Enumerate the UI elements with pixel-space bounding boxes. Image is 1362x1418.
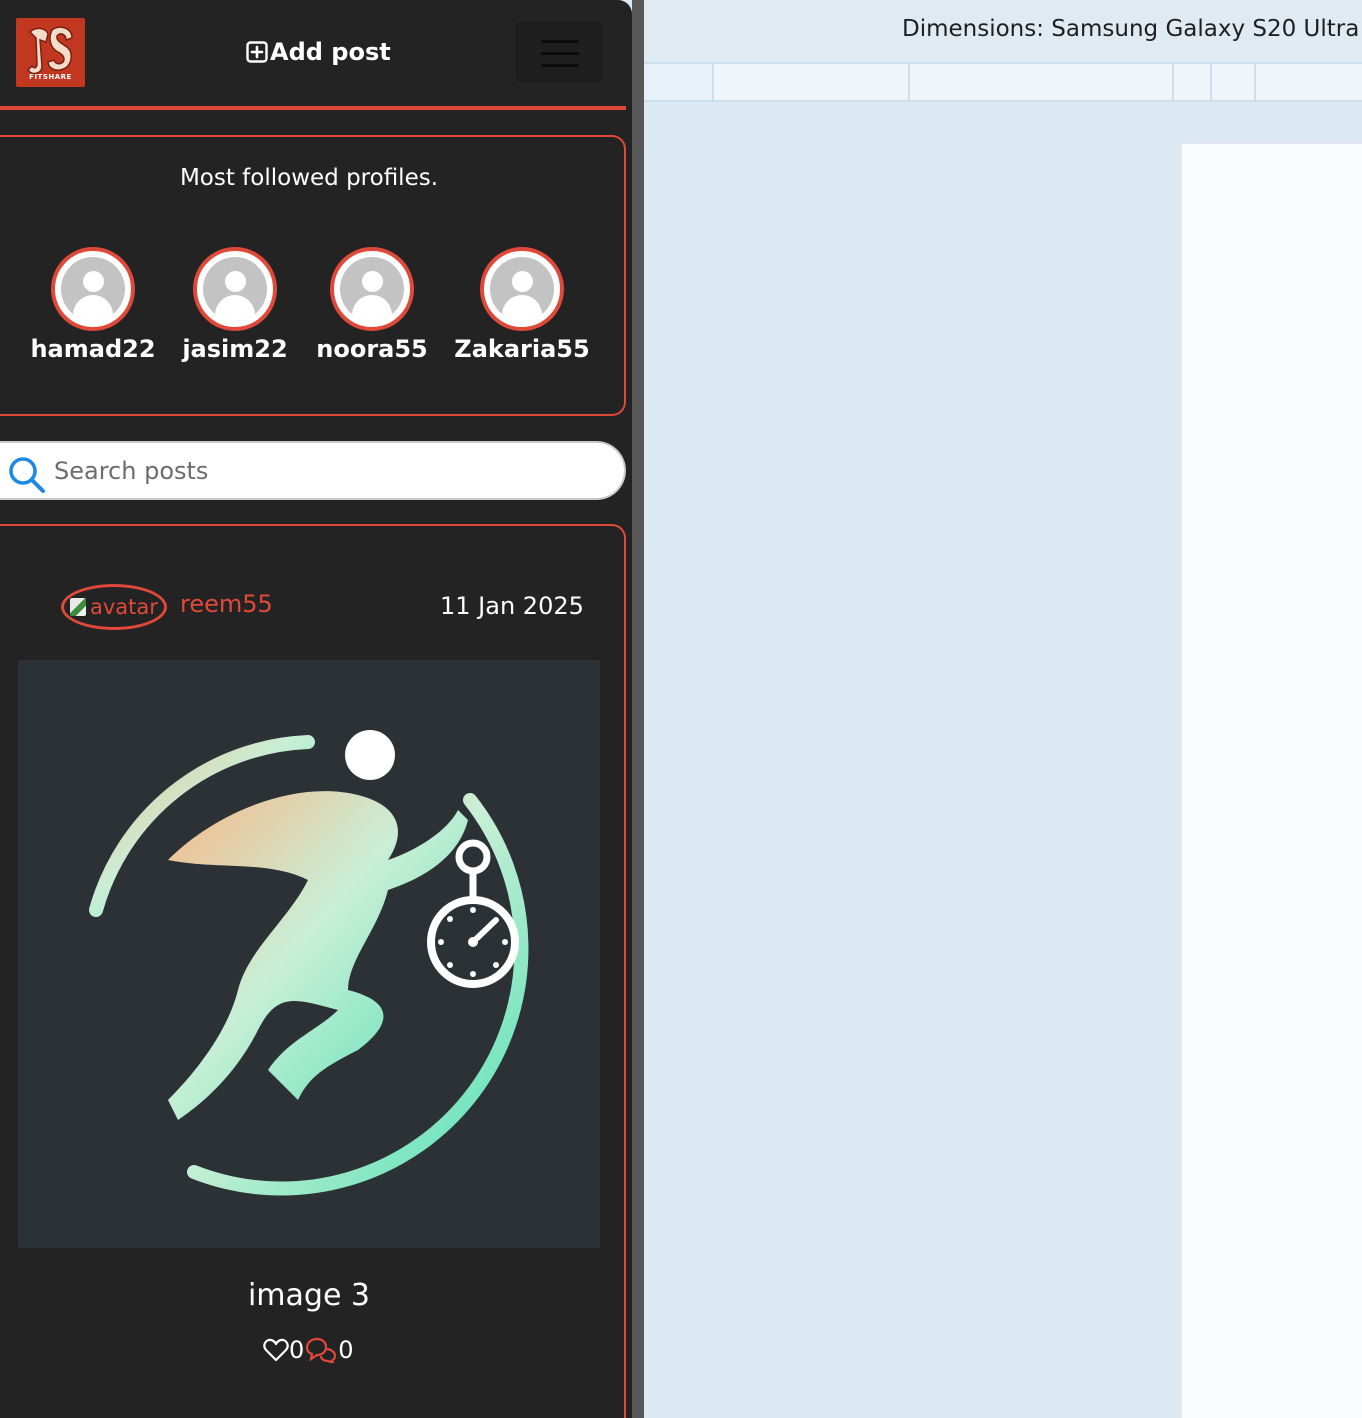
ruler-segment[interactable] [908, 64, 1172, 100]
menu-toggle-button[interactable] [516, 22, 602, 82]
add-post-button[interactable]: Add post [246, 36, 391, 68]
add-post-label: Add post [270, 38, 391, 66]
heart-icon [263, 1338, 289, 1362]
post-title: image 3 [247, 1278, 371, 1313]
media-query-ruler [644, 62, 1362, 102]
comment-count: 0 [338, 1336, 354, 1364]
search-bar [0, 441, 626, 500]
ruler-segment[interactable] [712, 64, 908, 100]
like-button[interactable]: 0 [263, 1336, 304, 1364]
avatar [51, 247, 135, 331]
dimensions-label: Dimensions: Samsung Galaxy S20 Ultra [902, 16, 1360, 42]
running-figure-stopwatch-illustration [18, 660, 600, 1248]
avatar [330, 247, 414, 331]
search-input[interactable] [54, 453, 594, 489]
post-image[interactable] [18, 660, 600, 1248]
ruler-segment[interactable] [1210, 64, 1254, 100]
like-count: 0 [289, 1336, 305, 1364]
hamburger-icon-bar [541, 64, 579, 67]
profile-name: noora55 [316, 335, 428, 363]
post-author-avatar[interactable]: avatar [61, 584, 167, 630]
most-followed-section: Most followed profiles. hamad22 jasim22 … [0, 135, 626, 416]
preview-page [1181, 143, 1362, 1418]
broken-image-icon [70, 598, 86, 616]
post-stats: 0 0 [263, 1336, 354, 1364]
logo-text: FITSHARE [29, 73, 72, 81]
app-viewport: FITSHARE Add post Most followed profiles… [0, 0, 632, 1418]
dimensions-dropdown[interactable]: Dimensions: Samsung Galaxy S20 Ultra [902, 16, 1362, 42]
hamburger-icon-bar [541, 52, 579, 55]
post-author-username[interactable]: reem55 [180, 590, 273, 618]
ruler-segment[interactable] [1172, 64, 1210, 100]
profile-name: Zakaria55 [454, 335, 590, 363]
post-date: 11 Jan 2025 [440, 592, 584, 620]
fitshare-logo[interactable]: FITSHARE [16, 18, 85, 87]
profile-name: hamad22 [30, 335, 156, 363]
hamburger-icon [541, 40, 579, 43]
most-followed-title: Most followed profiles. [179, 165, 439, 191]
navbar: FITSHARE Add post [0, 0, 626, 110]
viewport-scrollbar[interactable] [632, 0, 644, 1418]
search-icon[interactable] [8, 455, 46, 493]
comments-icon [306, 1337, 337, 1363]
avatar-alt-text: avatar [90, 595, 158, 619]
avatar [480, 247, 564, 331]
comment-button[interactable]: 0 [304, 1336, 354, 1364]
post-card: avatar reem55 11 Jan 2025 image 3 0 0 [0, 524, 626, 1418]
profile-name: jasim22 [182, 335, 288, 363]
avatar [193, 247, 277, 331]
ruler-segment[interactable] [1254, 64, 1362, 100]
plus-square-icon [246, 41, 268, 63]
